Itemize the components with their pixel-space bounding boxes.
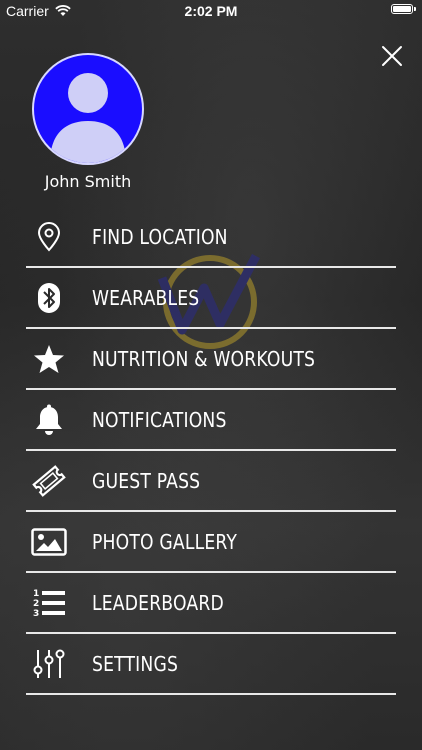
svg-text:2: 2 xyxy=(33,599,39,609)
menu-item-label: SETTINGS xyxy=(92,651,179,676)
numbered-list-icon: 1 2 3 xyxy=(26,586,72,620)
menu-item-label: FIND LOCATION xyxy=(92,224,228,249)
svg-text:1: 1 xyxy=(33,589,39,599)
menu-item-wearables[interactable]: WEARABLES xyxy=(26,268,396,329)
status-time: 2:02 PM xyxy=(184,3,238,19)
battery-icon xyxy=(391,4,413,14)
status-right xyxy=(391,4,416,14)
avatar[interactable] xyxy=(32,53,144,165)
menu-item-photo-gallery[interactable]: PHOTO GALLERY xyxy=(26,512,396,573)
menu-item-label: LEADERBOARD xyxy=(92,590,224,615)
ticket-icon xyxy=(26,464,72,498)
menu-item-guest-pass[interactable]: GUEST PASS xyxy=(26,451,396,512)
star-icon xyxy=(26,342,72,376)
menu-item-nutrition-workouts[interactable]: NUTRITION & WORKOUTS xyxy=(26,329,396,390)
location-pin-icon xyxy=(26,220,72,254)
menu-item-label: PHOTO GALLERY xyxy=(92,529,238,554)
person-icon xyxy=(50,73,126,163)
sliders-icon xyxy=(26,647,72,681)
bluetooth-icon xyxy=(26,281,72,315)
status-bar: Carrier 2:02 PM xyxy=(0,0,422,22)
menu-item-settings[interactable]: SETTINGS xyxy=(26,634,396,695)
battery-fill xyxy=(393,6,411,12)
menu-item-leaderboard[interactable]: 1 2 3 LEADERBOARD xyxy=(26,573,396,634)
bell-icon xyxy=(26,403,72,437)
menu-item-label: GUEST PASS xyxy=(92,468,201,493)
photo-icon xyxy=(26,525,72,559)
battery-cap xyxy=(414,7,416,11)
profile-name: John Smith xyxy=(44,172,132,191)
menu-item-label: NOTIFICATIONS xyxy=(92,407,227,432)
menu-item-label: WEARABLES xyxy=(92,285,200,310)
svg-text:3: 3 xyxy=(33,609,39,619)
side-menu: FIND LOCATION WEARABLES NUTRITION & WORK… xyxy=(26,207,396,695)
menu-item-find-location[interactable]: FIND LOCATION xyxy=(26,207,396,268)
menu-item-label: NUTRITION & WORKOUTS xyxy=(92,346,316,371)
menu-item-notifications[interactable]: NOTIFICATIONS xyxy=(26,390,396,451)
close-icon[interactable] xyxy=(380,44,404,68)
